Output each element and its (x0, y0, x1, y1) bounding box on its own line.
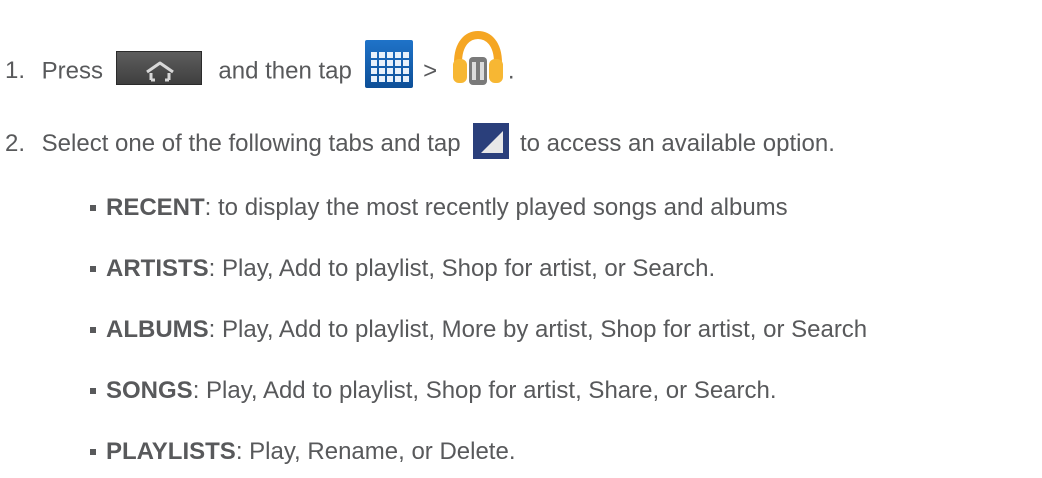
list-item: ARTISTS: Play, Add to playlist, Shop for… (90, 254, 716, 284)
step-2: 2. Select one of the following tabs and … (5, 122, 835, 159)
list-item: SONGS: Play, Add to playlist, Shop for a… (90, 376, 777, 406)
bullet-marker (90, 266, 96, 272)
step-2-number: 2. (5, 130, 26, 157)
tab-name: ARTISTS (106, 255, 209, 282)
tab-description: : Play, Rename, or Delete. (235, 438, 516, 465)
bullet-marker (90, 388, 96, 394)
menu-corner-icon (473, 122, 510, 159)
bullet-marker (90, 449, 96, 455)
bullet-marker (90, 327, 96, 333)
home-key-icon (115, 51, 202, 85)
bullet-marker (90, 205, 96, 211)
tab-description: : Play, Add to playlist, More by artist,… (208, 316, 868, 343)
step-2-text-select: Select one of the following tabs and tap (41, 130, 461, 157)
tab-name: PLAYLISTS (106, 438, 236, 465)
tab-description: : Play, Add to playlist, Shop for artist… (208, 255, 716, 282)
play-music-icon (448, 29, 508, 89)
tab-description: : to display the most recently played so… (204, 194, 788, 221)
step-1: 1. Press and then tap > . (5, 30, 515, 89)
tab-name: ALBUMS (106, 316, 209, 343)
step-1-end: . (507, 57, 515, 85)
tab-name: SONGS (106, 377, 193, 404)
list-item: PLAYLISTS: Play, Rename, or Delete. (90, 437, 516, 467)
tab-name: RECENT (106, 194, 205, 221)
tab-description: : Play, Add to playlist, Shop for artist… (192, 377, 777, 404)
apps-launcher-icon (364, 40, 413, 88)
step-1-number: 1. (5, 57, 26, 85)
list-item: RECENT: to display the most recently pla… (90, 193, 788, 223)
step-1-text-then: and then tap (218, 57, 352, 85)
step-1-text-press: Press (41, 57, 104, 85)
step-2-text-access: to access an available option. (519, 130, 835, 157)
list-item: ALBUMS: Play, Add to playlist, More by a… (90, 315, 868, 345)
step-1-separator: > (423, 57, 438, 85)
